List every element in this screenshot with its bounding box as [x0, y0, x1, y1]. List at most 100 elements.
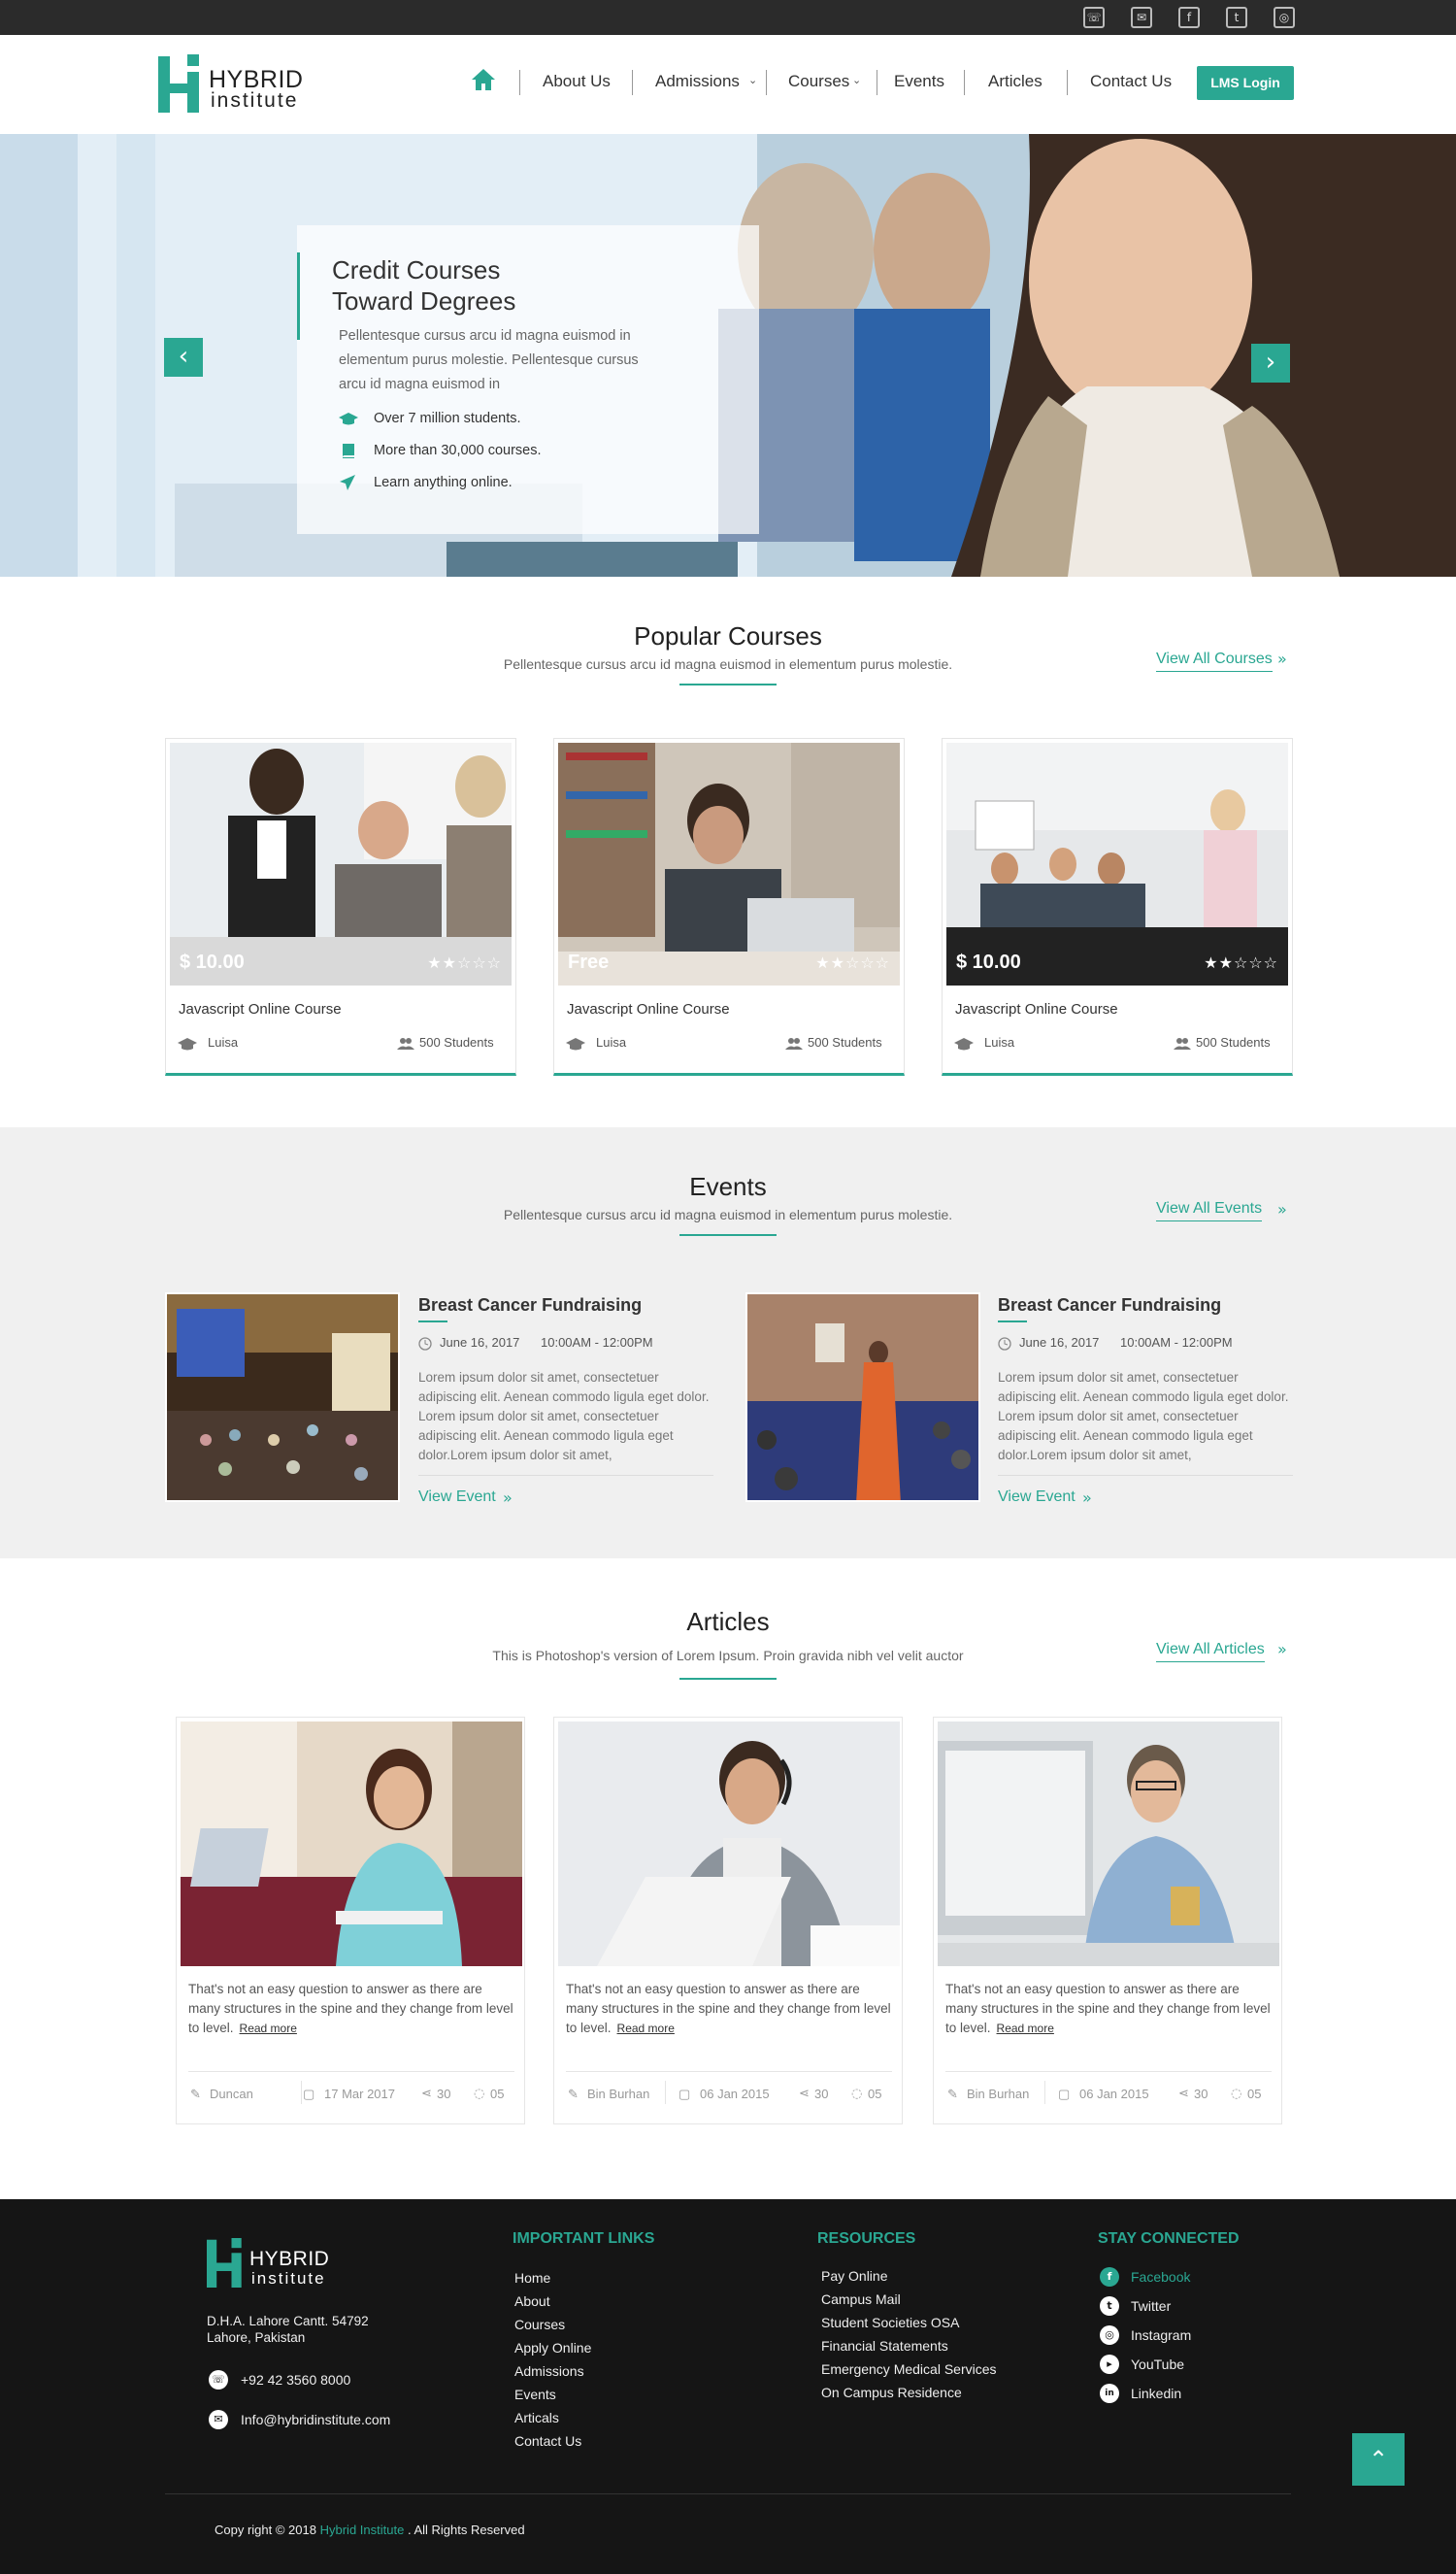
- nav-articles[interactable]: Articles: [988, 72, 1042, 91]
- home-icon[interactable]: [471, 68, 496, 91]
- footer-resource-student-societies[interactable]: Student Societies OSA: [821, 2315, 959, 2330]
- view-all-courses-link[interactable]: View All Courses: [1156, 651, 1273, 672]
- twitter-icon[interactable]: t: [1226, 7, 1247, 28]
- instagram-icon[interactable]: ◎: [1274, 7, 1295, 28]
- course-students: 500 Students: [419, 1035, 494, 1050]
- article-image: [181, 1722, 522, 1966]
- view-event-link[interactable]: View Event: [418, 1488, 496, 1506]
- footer-resource-on-campus-residence[interactable]: On Campus Residence: [821, 2385, 962, 2400]
- course-students: 500 Students: [808, 1035, 882, 1050]
- footer-link-contact-us[interactable]: Contact Us: [514, 2433, 581, 2449]
- course-card[interactable]: Free ★★☆☆☆ Javascript Online Course Luis…: [553, 738, 905, 1076]
- article-card[interactable]: That's not an easy question to answer as…: [176, 1717, 525, 2124]
- footer-resource-financial-statements[interactable]: Financial Statements: [821, 2338, 948, 2354]
- footer-social-facebook[interactable]: Facebook: [1131, 2269, 1190, 2285]
- stay-connected-heading: STAY CONNECTED: [1098, 2230, 1240, 2247]
- mail-icon[interactable]: ✉: [1131, 7, 1152, 28]
- course-title[interactable]: Javascript Online Course: [567, 1001, 730, 1018]
- course-title[interactable]: Javascript Online Course: [955, 1001, 1118, 1018]
- slider-next-button[interactable]: ›: [1251, 344, 1290, 383]
- nav-courses[interactable]: Courses: [788, 72, 849, 91]
- slider-prev-button[interactable]: ‹: [164, 338, 203, 377]
- footer-link-apply-online[interactable]: Apply Online: [514, 2340, 591, 2356]
- footer-link-articals[interactable]: Articals: [514, 2410, 559, 2425]
- footer-link-admissions[interactable]: Admissions: [514, 2363, 584, 2379]
- divider: [566, 2071, 892, 2072]
- article-card[interactable]: That's not an easy question to answer as…: [933, 1717, 1282, 2124]
- nav-contact-us[interactable]: Contact Us: [1090, 72, 1172, 91]
- double-chevron-right-icon: »: [1082, 1488, 1092, 1507]
- users-icon: [1174, 1035, 1191, 1051]
- copyright-brand-link[interactable]: Hybrid Institute: [320, 2523, 405, 2537]
- section-underline: [679, 1678, 777, 1680]
- read-more-link[interactable]: Read more: [997, 2022, 1054, 2035]
- divider: [1044, 2081, 1045, 2104]
- footer-social-instagram[interactable]: Instagram: [1131, 2327, 1191, 2343]
- footer-resource-emergency-medical[interactable]: Emergency Medical Services: [821, 2361, 997, 2377]
- nav-about-us[interactable]: About Us: [543, 72, 611, 91]
- article-card[interactable]: That's not an easy question to answer as…: [553, 1717, 903, 2124]
- course-card[interactable]: $ 10.00 ★★☆☆☆ Javascript Online Course L…: [165, 738, 516, 1076]
- comment-icon[interactable]: ◌: [1231, 2087, 1241, 2101]
- footer-phone[interactable]: +92 42 3560 8000: [241, 2372, 350, 2388]
- share-icon[interactable]: ⋖: [1178, 2087, 1189, 2101]
- read-more-link[interactable]: Read more: [240, 2022, 297, 2035]
- comment-icon[interactable]: ◌: [851, 2087, 862, 2101]
- footer-resource-campus-mail[interactable]: Campus Mail: [821, 2291, 901, 2307]
- footer-link-home[interactable]: Home: [514, 2270, 550, 2286]
- lms-login-button[interactable]: LMS Login: [1197, 66, 1294, 100]
- article-image: [558, 1722, 900, 1966]
- event-title[interactable]: Breast Cancer Fundraising: [998, 1295, 1221, 1316]
- article-author: Duncan: [210, 2087, 253, 2101]
- footer-social-youtube[interactable]: YouTube: [1131, 2357, 1184, 2372]
- event-date: June 16, 2017: [440, 1335, 520, 1350]
- popular-courses-title: Popular Courses: [634, 621, 822, 651]
- graduation-cap-icon: [339, 411, 358, 426]
- view-all-events-link[interactable]: View All Events: [1156, 1200, 1263, 1221]
- event-image[interactable]: [165, 1292, 400, 1502]
- rating-stars: ★★☆☆☆: [815, 953, 890, 972]
- course-price: Free: [568, 952, 610, 973]
- calendar-icon: ▢: [678, 2087, 691, 2101]
- course-image: Free ★★☆☆☆: [558, 743, 900, 986]
- share-icon[interactable]: ⋖: [421, 2087, 432, 2101]
- hero-description: Pellentesque cursus arcu id magna euismo…: [339, 328, 639, 392]
- footer-link-courses[interactable]: Courses: [514, 2317, 565, 2332]
- comment-icon[interactable]: ◌: [474, 2087, 484, 2101]
- article-text: That's not an easy question to answer as…: [945, 1982, 1271, 2035]
- view-event-link[interactable]: View Event: [998, 1488, 1075, 1506]
- article-date: 06 Jan 2015: [1079, 2087, 1149, 2101]
- copyright-text: Copy right © 2018: [215, 2523, 316, 2537]
- nav-events[interactable]: Events: [894, 72, 944, 91]
- course-title[interactable]: Javascript Online Course: [179, 1001, 342, 1018]
- read-more-link[interactable]: Read more: [617, 2022, 675, 2035]
- facebook-icon[interactable]: f: [1178, 7, 1200, 28]
- view-all-articles-link[interactable]: View All Articles: [1156, 1641, 1265, 1662]
- event-image[interactable]: [745, 1292, 980, 1502]
- edit-icon: ✎: [190, 2087, 201, 2101]
- event-title[interactable]: Breast Cancer Fundraising: [418, 1295, 642, 1316]
- footer-email[interactable]: Info@hybridinstitute.com: [241, 2412, 390, 2427]
- phone-icon[interactable]: ☏: [1083, 7, 1105, 28]
- share-icon[interactable]: ⋖: [799, 2087, 810, 2101]
- rating-stars: ★★☆☆☆: [427, 953, 502, 972]
- event-time: 10:00AM - 12:00PM: [541, 1335, 653, 1350]
- footer-resource-pay-online[interactable]: Pay Online: [821, 2268, 887, 2284]
- course-students: 500 Students: [1196, 1035, 1271, 1050]
- logo-text-line1: HYBRID: [249, 2248, 330, 2270]
- hero-bullet-3: Learn anything online.: [374, 475, 513, 490]
- footer-social-twitter[interactable]: Twitter: [1131, 2298, 1171, 2314]
- footer-logo[interactable]: HYBRID institute: [207, 2238, 381, 2289]
- footer-social-linkedin[interactable]: Linkedin: [1131, 2386, 1181, 2401]
- divider: [188, 2071, 514, 2072]
- nav-admissions[interactable]: Admissions: [655, 72, 740, 91]
- course-card[interactable]: $ 10.00 ★★☆☆☆ Javascript Online Course L…: [942, 738, 1293, 1076]
- logo[interactable]: HYBRID institute: [158, 54, 323, 117]
- back-to-top-button[interactable]: ⌃: [1352, 2433, 1405, 2486]
- articles-title: Articles: [686, 1607, 770, 1636]
- instagram-icon: ◎: [1100, 2325, 1119, 2345]
- event-date: June 16, 2017: [1019, 1335, 1100, 1350]
- teacher-hat-icon: [954, 1035, 974, 1051]
- footer-link-events[interactable]: Events: [514, 2387, 556, 2402]
- footer-link-about[interactable]: About: [514, 2293, 550, 2309]
